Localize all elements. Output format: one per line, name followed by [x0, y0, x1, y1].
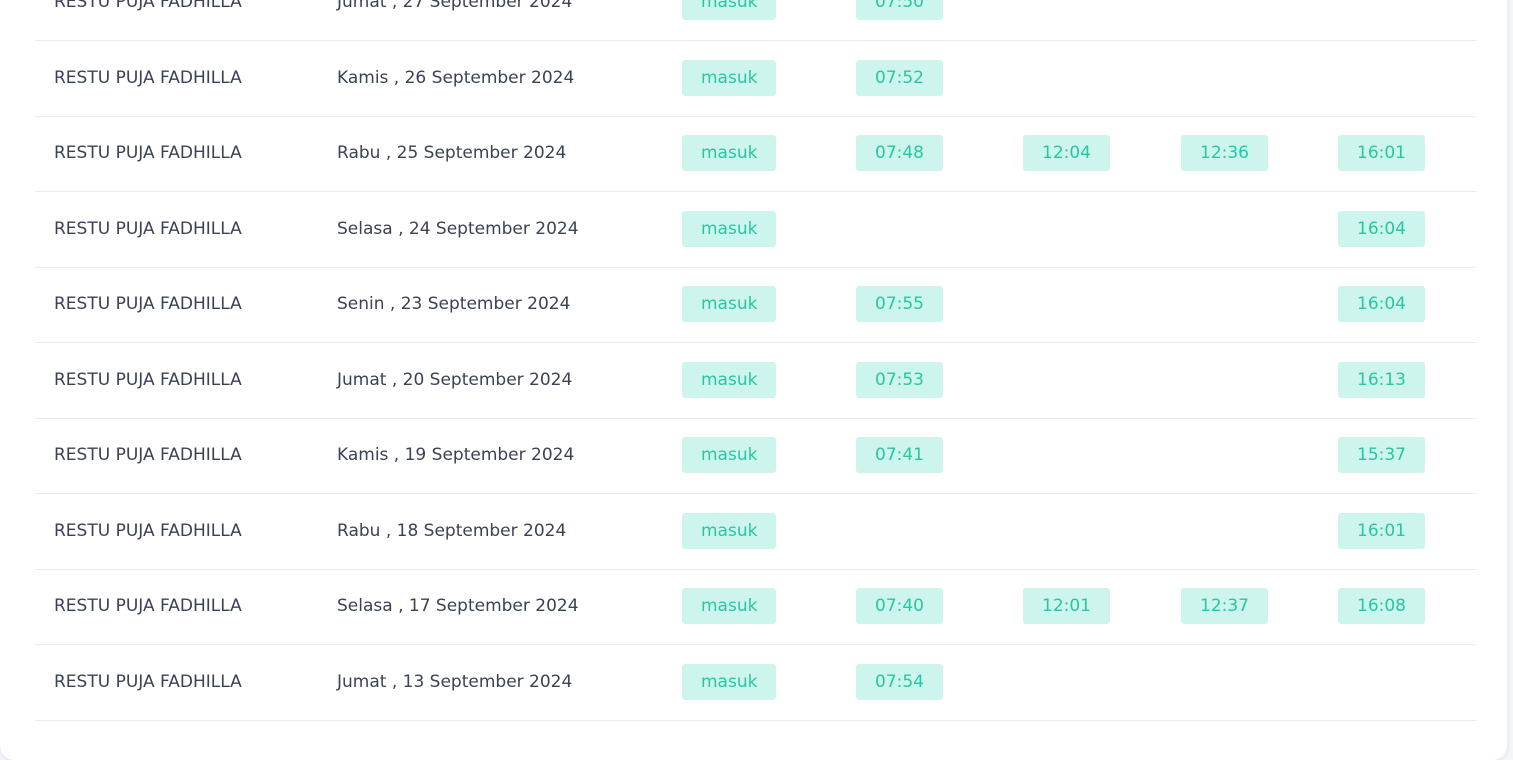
break-start-time-badge: 12:01 [1023, 588, 1110, 624]
check-in-time-badge: 07:48 [856, 135, 943, 171]
table-row: RESTU PUJA FADHILLA Jumat , 13 September … [35, 645, 1476, 721]
break-end-time-badge: 12:37 [1181, 588, 1268, 624]
attendance-date: Rabu , 18 September 2024 [337, 520, 567, 541]
employee-name: RESTU PUJA FADHILLA [54, 0, 242, 12]
attendance-date: Jumat , 13 September 2024 [337, 671, 573, 692]
status-badge: masuk [682, 286, 777, 322]
table-row: RESTU PUJA FADHILLA Kamis , 19 September … [35, 418, 1476, 494]
employee-name: RESTU PUJA FADHILLA [54, 671, 242, 692]
status-badge: masuk [682, 512, 777, 549]
attendance-date: Jumat , 20 September 2024 [337, 369, 573, 390]
employee-name: RESTU PUJA FADHILLA [54, 596, 242, 616]
employee-name: RESTU PUJA FADHILLA [54, 294, 242, 314]
check-in-time-badge: 07:52 [856, 59, 943, 96]
employee-name: RESTU PUJA FADHILLA [54, 520, 242, 541]
employee-name: RESTU PUJA FADHILLA [54, 67, 242, 88]
employee-name: RESTU PUJA FADHILLA [54, 218, 242, 239]
check-out-time-badge: 16:01 [1338, 512, 1425, 549]
table-row: RESTU PUJA FADHILLA Jumat , 20 September … [35, 343, 1476, 419]
status-badge: masuk [682, 135, 777, 171]
check-out-time-badge: 16:04 [1338, 210, 1425, 247]
break-start-time-badge: 12:04 [1023, 135, 1110, 171]
attendance-date: Kamis , 19 September 2024 [337, 445, 575, 465]
attendance-date: Rabu , 25 September 2024 [337, 143, 567, 163]
status-badge: masuk [682, 663, 777, 700]
check-out-time-badge: 16:04 [1338, 286, 1425, 322]
attendance-date: Selasa , 17 September 2024 [337, 596, 579, 616]
check-in-time-badge: 07:54 [856, 663, 943, 700]
table-row: RESTU PUJA FADHILLA Kamis , 26 September … [35, 41, 1476, 117]
check-in-time-badge: 07:55 [856, 286, 943, 322]
check-in-time-badge: 07:53 [856, 361, 943, 398]
check-in-time-badge: 07:50 [856, 0, 943, 20]
employee-name: RESTU PUJA FADHILLA [54, 445, 242, 465]
attendance-date: Selasa , 24 September 2024 [337, 218, 579, 239]
attendance-date: Senin , 23 September 2024 [337, 294, 571, 314]
employee-name: RESTU PUJA FADHILLA [54, 143, 242, 163]
table-row: RESTU PUJA FADHILLA Selasa , 24 September… [35, 192, 1476, 268]
status-badge: masuk [682, 0, 777, 20]
status-badge: masuk [682, 210, 777, 247]
attendance-date: Kamis , 26 September 2024 [337, 67, 575, 88]
attendance-date: Jumat , 27 September 2024 [337, 0, 573, 12]
table-row: RESTU PUJA FADHILLA Rabu , 25 September 2… [35, 116, 1476, 192]
status-badge: masuk [682, 588, 777, 624]
check-out-time-badge: 16:01 [1338, 135, 1425, 171]
check-in-time-badge: 07:41 [856, 437, 943, 473]
status-badge: masuk [682, 59, 777, 96]
check-in-time-badge: 07:40 [856, 588, 943, 624]
status-badge: masuk [682, 361, 777, 398]
status-badge: masuk [682, 437, 777, 473]
table-row: RESTU PUJA FADHILLA Jumat , 27 September … [35, 0, 1476, 41]
table-row: RESTU PUJA FADHILLA Selasa , 17 September… [35, 569, 1476, 645]
check-out-time-badge: 16:13 [1338, 361, 1425, 398]
table-row: RESTU PUJA FADHILLA Rabu , 18 September 2… [35, 494, 1476, 570]
break-end-time-badge: 12:36 [1181, 135, 1268, 171]
check-out-time-badge: 15:37 [1338, 437, 1425, 473]
employee-name: RESTU PUJA FADHILLA [54, 369, 242, 390]
table-row: RESTU PUJA FADHILLA Senin , 23 September … [35, 267, 1476, 343]
check-out-time-badge: 16:08 [1338, 588, 1425, 624]
